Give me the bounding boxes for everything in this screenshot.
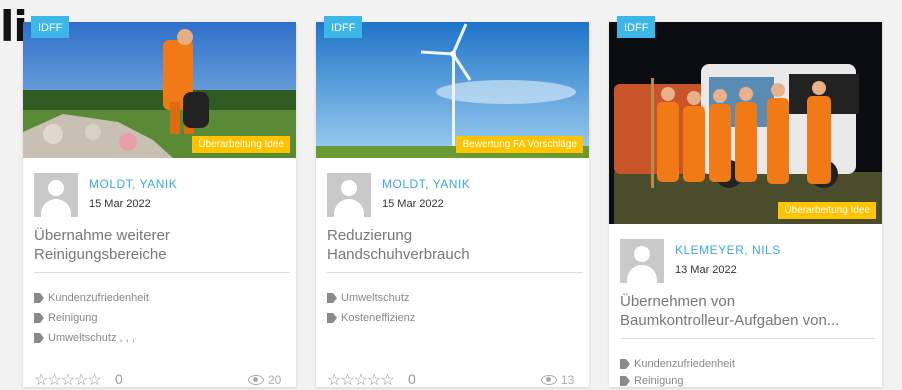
idea-title[interactable]: Übernahme weiterer Reinigungsbereiche — [34, 226, 170, 264]
divider — [34, 272, 290, 273]
tag-reinigung[interactable]: Reinigung — [34, 312, 98, 324]
status-badge: Überarbeitung Idee — [778, 202, 876, 219]
post-date: 15 Mar 2022 — [89, 198, 151, 210]
rating-count: 0 — [115, 371, 123, 387]
category-badge: IDFF — [31, 16, 70, 38]
tag-icon — [327, 313, 337, 323]
tag-kundenzufriedenheit[interactable]: Kundenzufriedenheit — [620, 358, 735, 370]
tag-icon — [620, 359, 630, 369]
card-image[interactable] — [609, 22, 882, 224]
eye-icon — [248, 375, 264, 385]
idea-title[interactable]: Übernehmen von Baumkontrolleur-Aufgaben … — [620, 292, 839, 330]
tag-icon — [34, 333, 44, 343]
idea-card[interactable]: IDFF Überarbeitung Idee KLEMEYER, NILS 1… — [609, 16, 882, 387]
tag-icon — [34, 313, 44, 323]
avatar — [620, 239, 664, 283]
tag-icon — [620, 376, 630, 386]
post-date: 15 Mar 2022 — [382, 198, 444, 210]
category-badge: IDFF — [324, 16, 363, 38]
rating-stars[interactable]: ☆☆☆☆☆ — [327, 370, 395, 390]
rating-stars[interactable]: ☆☆☆☆☆ — [34, 370, 102, 390]
avatar — [327, 173, 371, 217]
status-badge: Bewertung FA Vorschläge — [456, 136, 583, 153]
author-name[interactable]: KLEMEYER, NILS — [675, 243, 781, 257]
status-badge: Überarbeitung Idee — [192, 136, 290, 153]
tag-icon — [327, 293, 337, 303]
idea-card[interactable]: IDFF Bewertung FA Vorschläge MOLDT, YANI… — [316, 16, 589, 390]
tag-umweltschutz[interactable]: Umweltschutz — [327, 292, 409, 304]
author-name[interactable]: MOLDT, YANIK — [89, 177, 177, 191]
tag-kundenzufriedenheit[interactable]: Kundenzufriedenheit — [34, 292, 149, 304]
post-date: 13 Mar 2022 — [675, 264, 737, 276]
rating-count: 0 — [408, 371, 416, 387]
tag-reinigung[interactable]: Reinigung — [620, 375, 684, 387]
team-night-photo-icon — [609, 22, 882, 224]
eye-icon — [541, 375, 557, 385]
tag-kosteneffizienz[interactable]: Kosteneffizienz — [327, 312, 415, 324]
tag-umweltschutz[interactable]: Umweltschutz , , , — [34, 332, 135, 344]
idea-title[interactable]: Reduzierung Handschuhverbrauch — [327, 226, 470, 264]
idea-card[interactable]: IDFF Überarbeitung Idee MOLDT, YANIK 15 … — [23, 16, 296, 390]
divider — [620, 338, 876, 339]
divider — [327, 272, 583, 273]
category-badge: IDFF — [617, 16, 656, 38]
avatar — [34, 173, 78, 217]
author-name[interactable]: MOLDT, YANIK — [382, 177, 470, 191]
view-count: 13 — [541, 373, 574, 387]
view-count: 20 — [248, 373, 281, 387]
tag-icon — [34, 293, 44, 303]
